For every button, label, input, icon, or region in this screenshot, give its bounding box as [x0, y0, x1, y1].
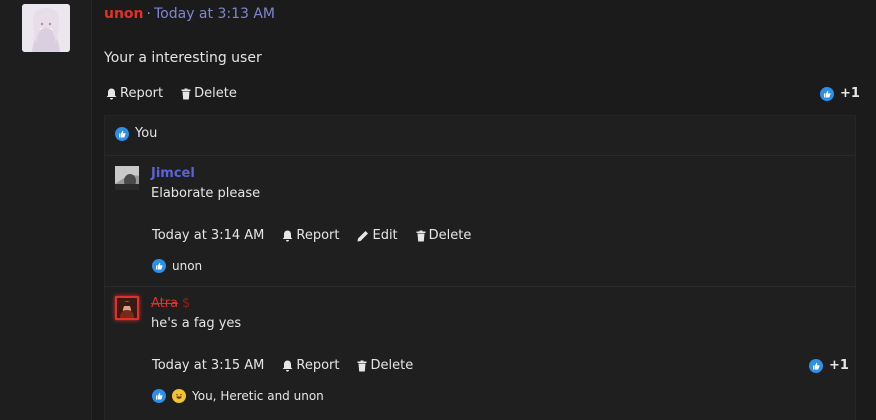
edit-button[interactable]: Edit: [357, 228, 398, 243]
delete-button[interactable]: Delete: [357, 358, 413, 373]
comment-author[interactable]: Jimcel: [151, 166, 195, 181]
post-body: Your a interesting user: [104, 50, 262, 66]
divider: [105, 286, 855, 287]
report-label: Report: [120, 86, 164, 101]
comment-actions: Today at 3:14 AM Report Edit Delete: [152, 228, 489, 243]
reaction-count: +1: [840, 86, 860, 101]
delete-label: Delete: [370, 358, 414, 373]
report-label: Report: [296, 358, 340, 373]
report-button[interactable]: Report: [282, 358, 339, 373]
comment-avatar[interactable]: [115, 166, 139, 190]
report-button[interactable]: Report: [106, 86, 163, 101]
reacted-by-text: You, Heretic and unon: [192, 389, 324, 403]
post-actions: Report Delete: [106, 86, 255, 101]
delete-label: Delete: [194, 86, 237, 101]
comment-text: Elaborate please: [151, 186, 261, 201]
report-label: Report: [296, 228, 340, 243]
laugh-icon: [172, 389, 186, 403]
comment-reacted-by[interactable]: You, Heretic and unon: [152, 389, 324, 403]
like-icon: [809, 358, 823, 373]
post-author[interactable]: unon: [104, 6, 144, 22]
bell-icon: [282, 230, 293, 242]
divider: [105, 155, 855, 156]
like-icon: [152, 259, 166, 273]
bell-icon: [106, 88, 117, 100]
post-header: unon · Today at 3:13 AM: [104, 6, 275, 22]
comment-timestamp[interactable]: Today at 3:15 AM: [152, 358, 264, 373]
trash-icon: [181, 88, 191, 99]
like-icon: [115, 126, 129, 141]
post-timestamp[interactable]: Today at 3:13 AM: [154, 6, 275, 22]
header-separator: ·: [146, 6, 151, 22]
post-reaction-summary[interactable]: +1: [820, 86, 860, 101]
like-icon: [820, 86, 834, 101]
bell-icon: [282, 360, 293, 372]
delete-button[interactable]: Delete: [181, 86, 237, 101]
delete-button[interactable]: Delete: [416, 228, 472, 243]
trash-icon: [357, 360, 367, 371]
reacted-by-text: You: [135, 126, 158, 141]
delete-label: Delete: [428, 228, 472, 243]
reacted-by-text: unon: [172, 259, 203, 273]
left-gutter: [0, 0, 92, 420]
comment-reacted-by[interactable]: unon: [152, 259, 202, 273]
pencil-icon: [357, 230, 369, 241]
reaction-count: +1: [829, 358, 849, 373]
edit-label: Edit: [372, 228, 398, 243]
comment-reaction-summary[interactable]: +1: [809, 358, 849, 373]
trash-icon: [416, 230, 426, 241]
comment-avatar[interactable]: [115, 296, 139, 320]
comment-text: he's a fag yes: [151, 316, 242, 331]
comment-timestamp[interactable]: Today at 3:14 AM: [152, 228, 264, 243]
avatar[interactable]: [22, 4, 70, 52]
report-button[interactable]: Report: [282, 228, 339, 243]
comment-actions: Today at 3:15 AM Report Delete: [152, 358, 431, 373]
like-icon: [152, 389, 166, 403]
post-reacted-by[interactable]: You: [115, 126, 157, 141]
comments-section: You Jimcel Elaborate please Today at 3:1…: [104, 115, 856, 420]
comment-author[interactable]: Atra: [151, 296, 178, 311]
dollar-icon: $: [182, 296, 191, 311]
